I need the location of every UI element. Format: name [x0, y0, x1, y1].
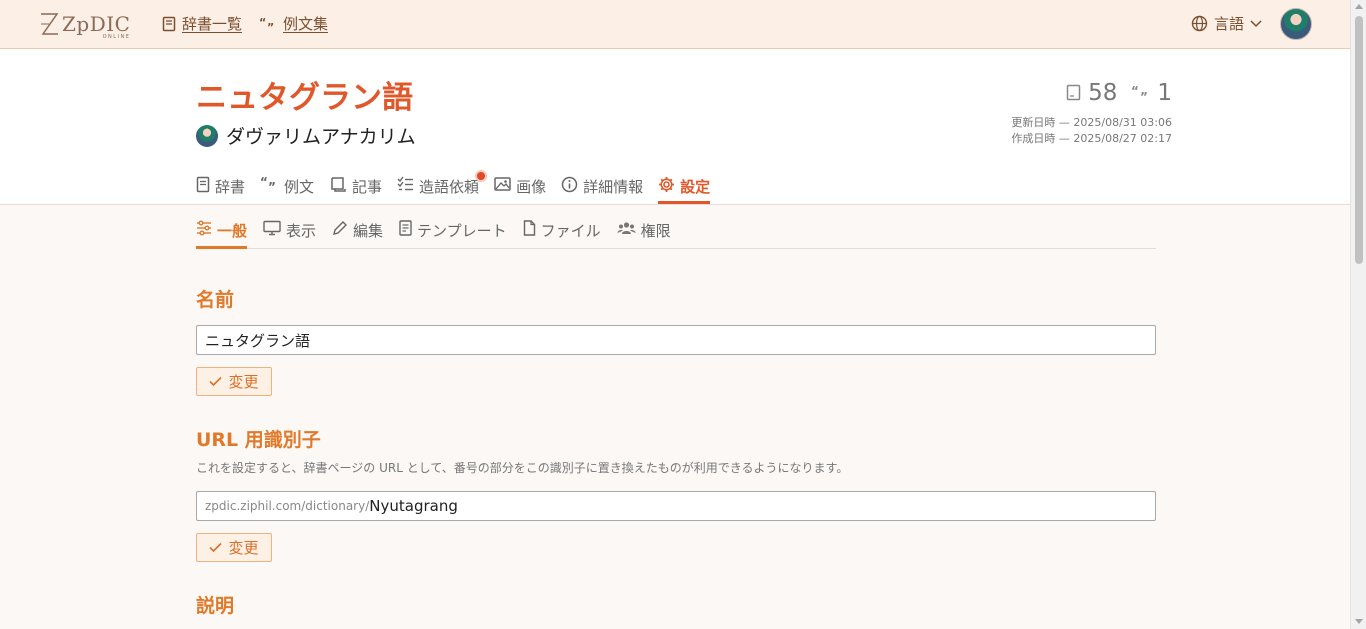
chevron-down-icon — [1250, 19, 1262, 27]
svg-text:“: “ — [260, 176, 268, 189]
scroll-up-arrow-icon[interactable] — [1355, 4, 1363, 9]
tab-details-label: 詳細情報 — [583, 178, 644, 196]
user-avatar[interactable] — [1280, 8, 1312, 40]
subtab-files[interactable]: ファイル — [523, 216, 601, 249]
sliders-icon — [197, 220, 211, 236]
logo-subtext: ONLINE — [102, 34, 131, 40]
book-icon — [162, 16, 176, 31]
subtab-templates-label: テンプレート — [417, 222, 507, 240]
dictionary-dates: 更新日時 — 2025/08/31 03:06 作成日時 — 2025/08/2… — [1011, 115, 1172, 147]
url-identifier-value: Nyutagrang — [369, 497, 458, 515]
tab-word-requests-label: 造語依頼 — [419, 178, 480, 196]
nav-example-collection[interactable]: “” 例文集 — [259, 13, 328, 34]
tab-settings[interactable]: 設定 — [658, 172, 711, 204]
url-identifier-field[interactable]: zpdic.ziphil.com/dictionary/Nyutagrang — [196, 491, 1156, 521]
word-count-icon — [1066, 84, 1081, 101]
url-change-button[interactable]: 変更 — [196, 533, 272, 562]
book-icon — [196, 176, 210, 193]
zpdic-logo[interactable]: ZpDIC ONLINE — [38, 10, 131, 40]
top-header: ZpDIC ONLINE 辞書一覧 “” 例文集 言語 — [0, 0, 1350, 49]
nav-dictionary-list[interactable]: 辞書一覧 — [162, 13, 242, 34]
subtab-general[interactable]: 一般 — [196, 216, 248, 249]
logo-text: ZpDIC — [62, 12, 131, 36]
url-change-button-label: 変更 — [228, 539, 259, 557]
tab-dictionary-label: 辞書 — [215, 178, 246, 196]
tab-images-label: 画像 — [516, 178, 547, 196]
info-icon — [561, 176, 578, 193]
check-icon — [209, 376, 223, 387]
tab-articles-label: 記事 — [352, 178, 383, 196]
subtab-permissions-label: 権限 — [640, 222, 671, 240]
subtab-files-label: ファイル — [540, 222, 601, 240]
tab-examples-label: 例文 — [284, 178, 315, 196]
pencil-icon — [333, 221, 348, 235]
tab-details[interactable]: 詳細情報 — [561, 172, 643, 204]
example-count: 1 — [1157, 80, 1172, 106]
image-icon — [494, 177, 511, 191]
dictionary-owner[interactable]: ダヴァリムアナカリム — [196, 122, 416, 149]
updated-date: 更新日時 — 2025/08/31 03:06 — [1011, 116, 1172, 129]
dictionary-stats: 58 “” 1 — [1066, 80, 1172, 106]
subtab-permissions[interactable]: 権限 — [617, 216, 671, 249]
example-count-icon: “” — [1131, 85, 1148, 101]
file-icon — [523, 220, 535, 236]
tab-articles[interactable]: 記事 — [329, 172, 382, 204]
dictionary-tabs: 辞書 “” 例文 記事 造語依頼 画像 詳細情報 設定 — [196, 172, 711, 204]
name-field[interactable]: ニュタグラン語 — [196, 325, 1156, 355]
dictionary-title: ニュタグラン語 — [196, 80, 413, 116]
subtab-display-label: 表示 — [286, 222, 317, 240]
url-prefix: zpdic.ziphil.com/dictionary/ — [205, 499, 370, 513]
name-change-button[interactable]: 変更 — [196, 367, 272, 396]
owner-name: ダヴァリムアナカリム — [226, 126, 416, 148]
subtab-edit[interactable]: 編集 — [332, 216, 383, 249]
word-count: 58 — [1088, 80, 1118, 106]
svg-text:“: “ — [259, 17, 266, 29]
gear-icon — [659, 177, 675, 192]
page-scrollbar[interactable] — [1350, 0, 1366, 629]
tab-dictionary[interactable]: 辞書 — [196, 172, 245, 204]
name-change-button-label: 変更 — [228, 373, 259, 391]
svg-text:”: ” — [268, 180, 276, 191]
template-icon — [399, 220, 412, 236]
url-section-description: これを設定すると、辞書ページの URL として、番号の部分をこの識別子に置き換え… — [196, 461, 849, 475]
language-label: 言語 — [1214, 15, 1245, 33]
name-section-title: 名前 — [196, 289, 235, 311]
scrollbar-thumb[interactable] — [1355, 16, 1363, 264]
tab-word-requests[interactable]: 造語依頼 — [397, 172, 486, 204]
tab-settings-label: 設定 — [680, 178, 711, 196]
tab-examples[interactable]: “” 例文 — [260, 172, 314, 204]
globe-icon — [1191, 15, 1208, 32]
subtab-edit-label: 編集 — [353, 222, 384, 240]
svg-text:“: “ — [1131, 85, 1139, 98]
created-date: 作成日時 — 2025/08/27 02:17 — [1011, 132, 1172, 145]
notification-dot — [477, 172, 486, 180]
quote-icon: “” — [259, 17, 274, 31]
checklist-icon — [397, 176, 414, 191]
check-icon — [209, 542, 223, 553]
scroll-icon — [331, 177, 346, 192]
svg-text:”: ” — [1140, 90, 1148, 101]
settings-content — [0, 205, 1350, 629]
tab-images[interactable]: 画像 — [494, 172, 546, 204]
nav-example-collection-label: 例文集 — [283, 15, 329, 33]
subtab-templates[interactable]: テンプレート — [399, 216, 507, 249]
nav-dictionary-list-label: 辞書一覧 — [182, 15, 243, 33]
language-selector[interactable]: 言語 — [1191, 13, 1262, 34]
quote-icon: “” — [260, 176, 276, 191]
url-section-title: URL 用識別子 — [196, 429, 321, 451]
name-field-value: ニュタグラン語 — [205, 331, 311, 350]
logo-z-icon — [41, 13, 59, 35]
scroll-down-arrow-icon[interactable] — [1355, 619, 1363, 624]
settings-subtabs: 一般 表示 編集 テンプレート ファイル 権限 — [196, 216, 1156, 249]
svg-text:”: ” — [267, 21, 274, 31]
subtab-general-label: 一般 — [217, 222, 248, 240]
users-icon — [617, 222, 636, 234]
owner-avatar — [196, 124, 218, 147]
subtab-display[interactable]: 表示 — [263, 216, 316, 249]
description-section-title: 説明 — [196, 595, 235, 617]
monitor-icon — [263, 220, 281, 236]
